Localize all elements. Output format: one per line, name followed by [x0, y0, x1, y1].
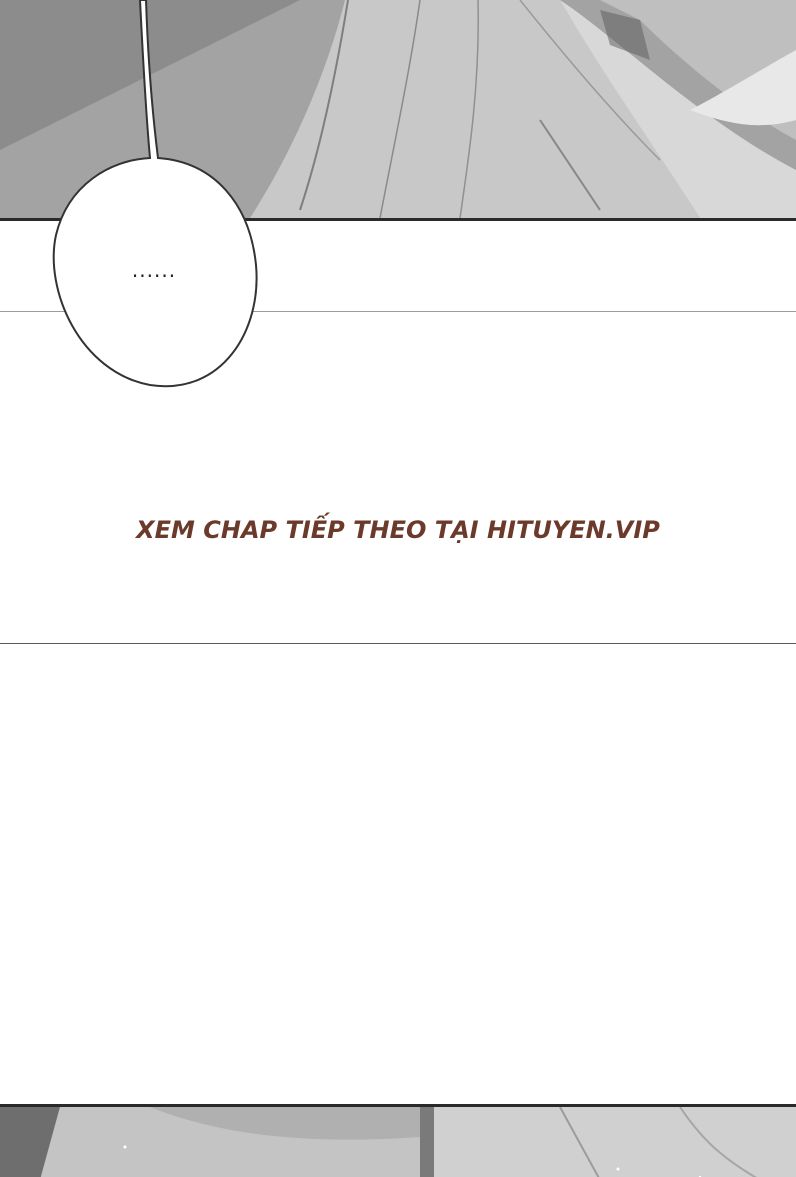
bottom-artwork-panel — [0, 1104, 796, 1177]
panel-divider-top — [0, 311, 796, 312]
watermark-text: XEM CHAP TIẾP THEO TẠI HITUYEN.VIP — [136, 516, 660, 544]
top-artwork-drawing — [0, 0, 796, 218]
top-artwork-panel — [0, 0, 796, 221]
panel-divider-middle — [0, 643, 796, 644]
speech-bubble-text: ...... — [131, 258, 177, 282]
bottom-artwork-drawing — [0, 1107, 796, 1177]
comic-page: ...... XEM CHAP TIẾP THEO TẠI HITUYEN.VI… — [0, 0, 796, 1177]
